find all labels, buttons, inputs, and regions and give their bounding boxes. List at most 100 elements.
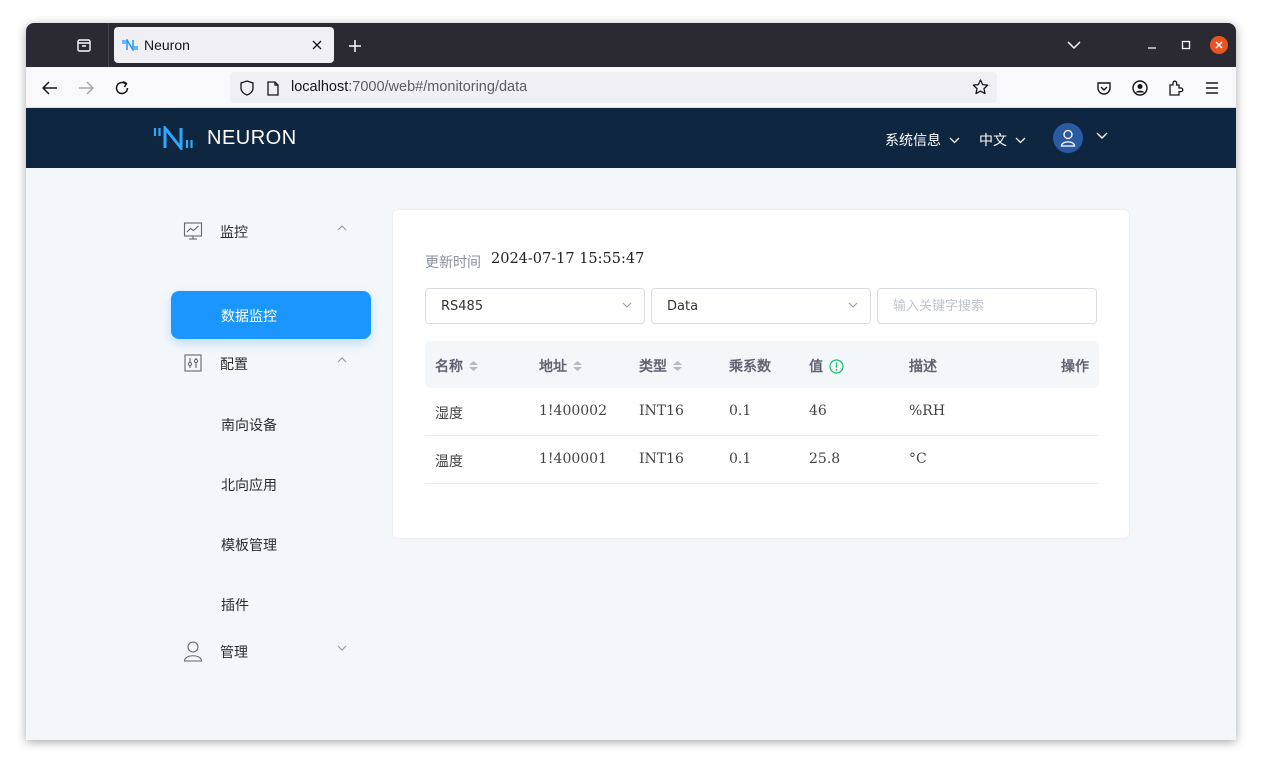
search-input[interactable] [877,288,1097,324]
column-label: 乘系数 [729,359,771,375]
window-close-icon[interactable] [1210,36,1228,54]
column-header-description: 描述 [909,356,937,376]
cell-name: 湿度 [435,406,463,422]
neuron-favicon-icon [122,37,138,53]
data-table: 名称 地址 类型 乘系数 值 描述 操作 湿度 1!400002 INT16 0… [425,341,1099,484]
sidebar-item-data-monitoring[interactable]: 数据监控 [171,291,371,339]
column-label: 类型 [639,359,667,375]
chevron-down-icon [337,645,347,651]
cell-name: 温度 [435,454,463,470]
chevron-down-icon [848,302,858,308]
sidebar-item-templates[interactable]: 模板管理 [171,520,371,568]
app-header: NEURON 系统信息 中文 [26,108,1236,168]
system-info-dropdown[interactable]: 系统信息 [885,130,960,150]
monitor-chart-icon [183,221,203,241]
config-sliders-icon [183,353,203,373]
tab-bar: Neuron [26,23,1236,67]
column-header-value: 值 [809,356,844,376]
table-row: 湿度 1!400002 INT16 0.1 46 %RH [425,388,1099,436]
column-header-type[interactable]: 类型 [639,356,682,376]
extensions-icon[interactable] [1165,77,1187,99]
language-label: 中文 [979,133,1007,149]
sidebar-item-label: 数据监控 [221,309,277,325]
chevron-up-icon [337,357,347,363]
tab-overview-icon[interactable] [74,35,94,55]
page-info-icon[interactable] [264,79,282,97]
app-menu-icon[interactable] [1201,77,1223,99]
back-icon[interactable] [39,77,61,99]
cell-address: 1!400002 [539,403,607,419]
account-icon[interactable] [1129,77,1151,99]
new-tab-icon[interactable] [344,35,366,57]
cell-description: %RH [909,403,946,419]
update-time-label: 更新时间 [425,255,481,271]
browser-window: Neuron localhost:7000/web#/monitoring/da… [26,23,1236,740]
column-label: 描述 [909,359,937,375]
cell-description: °C [909,451,927,467]
bookmark-star-icon[interactable] [971,78,989,96]
user-menu-chevron-icon[interactable] [1096,132,1108,140]
maximize-icon[interactable] [1176,35,1196,55]
cell-address: 1!400001 [539,451,607,467]
sort-icon[interactable] [673,361,682,371]
sidebar-item-label: 插件 [221,598,249,614]
sidebar-item-label: 南向设备 [221,418,277,434]
chevron-down-icon [622,302,632,308]
table-header: 名称 地址 类型 乘系数 值 描述 操作 [425,341,1099,388]
neuron-logo[interactable]: NEURON [153,124,297,152]
cell-value: 46 [809,403,827,419]
chevron-down-icon [1015,137,1026,143]
pocket-icon[interactable] [1093,77,1115,99]
menu-group-label: 监控 [220,225,248,241]
user-avatar[interactable] [1053,123,1083,153]
group-select-value: Data [667,299,699,314]
column-header-actions: 操作 [1061,356,1089,376]
column-header-name[interactable]: 名称 [435,356,478,376]
node-select-value: RS485 [441,299,484,314]
close-tab-icon[interactable] [308,36,326,54]
menu-group-label: 配置 [220,357,248,373]
tab-title: Neuron [144,37,190,53]
sort-icon[interactable] [573,361,582,371]
column-label: 名称 [435,359,463,375]
url-bar[interactable]: localhost:7000/web#/monitoring/data [230,72,997,103]
chevron-up-icon [337,225,347,231]
column-header-address[interactable]: 地址 [539,356,582,376]
update-time-value: 2024-07-17 15:55:47 [491,251,645,267]
minimize-icon[interactable] [1142,35,1162,55]
menu-group-label: 管理 [220,645,248,661]
sidebar-item-label: 模板管理 [221,538,277,554]
column-label: 操作 [1061,359,1089,375]
chevron-down-icon [949,137,960,143]
user-icon [1060,129,1076,147]
navigation-bar: localhost:7000/web#/monitoring/data [26,67,1236,108]
cell-type: INT16 [639,451,684,467]
language-dropdown[interactable]: 中文 [979,130,1026,150]
sidebar-item-plugins[interactable]: 插件 [171,580,371,628]
tab-neuron[interactable]: Neuron [114,27,334,63]
reload-icon[interactable] [111,77,133,99]
node-select[interactable]: RS485 [425,288,645,324]
cell-multiplier: 0.1 [729,403,752,419]
sidebar-item-north-apps[interactable]: 北向应用 [171,460,371,508]
menu-group-admin[interactable]: 管理 [171,628,371,672]
list-all-tabs-icon[interactable] [1064,35,1084,55]
logo-text: NEURON [207,126,297,149]
data-monitor-card: 更新时间 2024-07-17 15:55:47 RS485 Data 名称 地… [392,209,1130,539]
url-text[interactable]: localhost:7000/web#/monitoring/data [291,79,527,95]
menu-group-monitoring[interactable]: 监控 [171,208,371,252]
table-row: 温度 1!400001 INT16 0.1 25.8 °C [425,436,1099,484]
sidebar-item-south-devices[interactable]: 南向设备 [171,400,371,448]
system-info-label: 系统信息 [885,133,941,149]
group-select[interactable]: Data [651,288,871,324]
tab-separator [108,23,109,67]
tracking-shield-icon[interactable] [238,79,256,97]
sidebar-item-label: 北向应用 [221,478,277,494]
neuron-logo-icon [153,126,193,150]
info-circle-icon[interactable] [829,358,844,374]
forward-icon[interactable] [75,77,97,99]
cell-multiplier: 0.1 [729,451,752,467]
menu-group-config[interactable]: 配置 [171,340,371,384]
column-header-multiplier: 乘系数 [729,356,771,376]
sort-icon[interactable] [469,361,478,371]
